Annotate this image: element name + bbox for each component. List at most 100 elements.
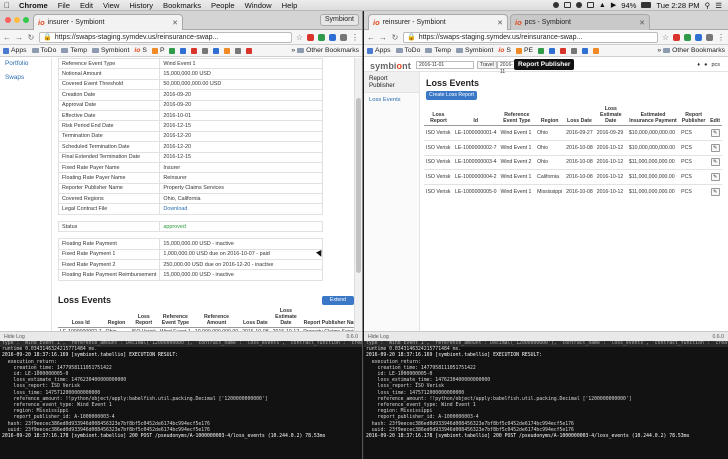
chrome-menu-icon[interactable]: ⋮ — [351, 33, 359, 42]
bookmark-p[interactable]: P — [151, 47, 164, 54]
bookmark-icon[interactable] — [224, 47, 231, 54]
hide-log-toggle[interactable]: Hide Log — [368, 334, 389, 340]
table-row[interactable]: ISO Verisk LE-1000000004-2 Wind Event 1 Cal… — [424, 169, 722, 185]
extension-icon[interactable] — [684, 33, 691, 41]
volume-icon[interactable]: ▶ — [611, 1, 616, 9]
column-header[interactable]: Loss Estimate Date — [270, 307, 302, 328]
extension-icon[interactable] — [695, 33, 702, 41]
reload-icon[interactable]: ↻ — [391, 33, 399, 42]
sidebar-item-swaps[interactable]: Swaps — [0, 72, 51, 83]
create-loss-report-button[interactable]: Create Loss Report — [426, 91, 477, 100]
gmail-icon[interactable] — [191, 47, 198, 54]
battery-icon[interactable] — [641, 2, 652, 8]
close-tab-icon[interactable]: ✕ — [172, 19, 178, 27]
display-icon[interactable] — [586, 2, 594, 8]
bookmark-icon[interactable] — [593, 47, 600, 54]
bookmark-icon[interactable] — [549, 47, 556, 54]
column-header[interactable]: Loss Date — [564, 105, 595, 126]
column-header[interactable]: Loss Date — [240, 307, 271, 328]
profile-button[interactable]: Symbiont — [319, 14, 359, 26]
dropbox-icon[interactable] — [563, 2, 571, 8]
menu-window[interactable]: Window — [240, 1, 277, 10]
close-tab-icon[interactable]: ✕ — [639, 19, 645, 27]
reload-icon[interactable]: ↻ — [27, 33, 35, 42]
menu-history[interactable]: History — [124, 1, 158, 10]
log-terminal-left[interactable]: type': 'Wind Event 1', 'reference_amount… — [0, 341, 363, 459]
bookmark-symbiont[interactable]: Symbiont — [92, 47, 129, 54]
menu-view[interactable]: View — [98, 1, 124, 10]
menu-bookmarks[interactable]: Bookmarks — [158, 1, 206, 10]
extension-icon[interactable] — [673, 33, 680, 41]
status-icon[interactable] — [552, 2, 559, 8]
notifications-icon[interactable]: ♦ — [697, 62, 700, 68]
bookmark-icon[interactable] — [180, 47, 187, 54]
notification-center-icon[interactable]: ☰ — [715, 1, 722, 10]
chrome-menu-icon[interactable]: ⋮ — [717, 33, 725, 42]
address-bar[interactable]: 🔒 https://swaps-staging.symdev.us/reinsu… — [403, 31, 658, 43]
column-header[interactable]: Loss Estimate Date — [594, 105, 627, 126]
column-header[interactable]: Loss Report — [424, 105, 453, 126]
back-icon[interactable]: ← — [367, 33, 375, 42]
extend-swap-button[interactable]: Extend Swap — [322, 296, 354, 312]
bookmark-icon[interactable] — [538, 47, 545, 54]
bookmark-todo[interactable]: ToDo — [31, 47, 56, 54]
extension-icon[interactable] — [706, 33, 713, 41]
extension-icon[interactable] — [340, 33, 347, 41]
user-icon[interactable]: ● — [704, 62, 707, 68]
column-header[interactable]: Reference Amount — [192, 307, 241, 328]
column-header[interactable]: Edit — [708, 105, 722, 126]
close-window-button[interactable] — [5, 17, 11, 23]
bookmark-icon[interactable] — [246, 47, 253, 54]
close-tab-icon[interactable]: ✕ — [497, 19, 503, 27]
star-icon[interactable]: ☆ — [662, 33, 669, 42]
bookmark-icon[interactable] — [582, 47, 589, 54]
bookmark-pe[interactable]: PE — [515, 47, 533, 54]
detail-value[interactable]: Download — [159, 203, 323, 215]
travel-date-input[interactable]: 2016-11-01 — [416, 61, 474, 69]
user-name[interactable]: pcs — [711, 62, 720, 68]
back-icon[interactable]: ← — [3, 33, 11, 42]
zoom-window-button[interactable] — [23, 17, 29, 23]
edit-pencil-icon[interactable]: ✎ — [710, 158, 720, 167]
bookmark-apps[interactable]: Apps — [3, 47, 27, 54]
bookmark-temp[interactable]: Temp — [61, 47, 87, 54]
bookmark-icon[interactable] — [202, 47, 209, 54]
tab-reinsurer[interactable]: io reinsurer - Symbiont ✕ — [368, 14, 508, 30]
column-header[interactable]: Reference Event Type — [157, 307, 193, 328]
forward-icon[interactable]: → — [15, 33, 23, 42]
menu-file[interactable]: File — [53, 1, 75, 10]
bookmark-icon[interactable] — [571, 47, 578, 54]
tab-pcs[interactable]: io pcs - Symbiont ✕ — [510, 14, 650, 30]
bookmark-symbiont[interactable]: Symbiont — [456, 47, 493, 54]
table-row[interactable]: ISO Verisk LE-1000000002-7 Wind Event 1 Ohi… — [424, 139, 722, 156]
star-icon[interactable]: ☆ — [296, 33, 303, 42]
scrollbar-thumb[interactable] — [356, 98, 361, 273]
gmail-icon[interactable] — [560, 47, 567, 54]
menu-edit[interactable]: Edit — [75, 1, 98, 10]
bookmark-icon[interactable] — [213, 47, 220, 54]
edit-pencil-icon[interactable]: ✎ — [710, 143, 720, 152]
column-header[interactable]: Region — [103, 307, 130, 328]
extension-icon[interactable] — [307, 33, 314, 41]
apple-icon[interactable]:  — [0, 1, 14, 10]
column-header[interactable]: Estimated Insurance Payment — [626, 105, 680, 126]
extension-icon[interactable] — [318, 33, 325, 41]
edit-pencil-icon[interactable]: ✎ — [710, 173, 720, 182]
column-header[interactable]: Loss Report — [129, 307, 158, 328]
table-row[interactable]: ISO Verisk LE-1000000003-4 Wind Event 2 Ohi… — [424, 154, 722, 170]
column-header[interactable]: Loss Id — [58, 307, 104, 328]
bookmark-icon[interactable] — [169, 47, 176, 54]
menu-people[interactable]: People — [206, 1, 240, 10]
bookmark-s[interactable]: io S — [498, 47, 511, 54]
forward-icon[interactable]: → — [379, 33, 387, 42]
hide-log-toggle[interactable]: Hide Log — [4, 334, 25, 340]
column-header[interactable]: Report Publisher Name — [301, 307, 362, 328]
sidebar-item-portfolio[interactable]: Portfolio — [0, 58, 51, 69]
column-header[interactable]: Report Publisher — [679, 105, 709, 126]
column-header[interactable]: Reference Event Type — [498, 105, 536, 126]
page-scrollbar[interactable] — [354, 58, 362, 331]
bookmark-temp[interactable]: Temp — [425, 47, 451, 54]
menu-app-name[interactable]: Chrome — [14, 1, 53, 10]
edit-pencil-icon[interactable]: ✎ — [710, 128, 720, 137]
other-bookmarks[interactable]: » Other Bookmarks — [291, 47, 359, 54]
